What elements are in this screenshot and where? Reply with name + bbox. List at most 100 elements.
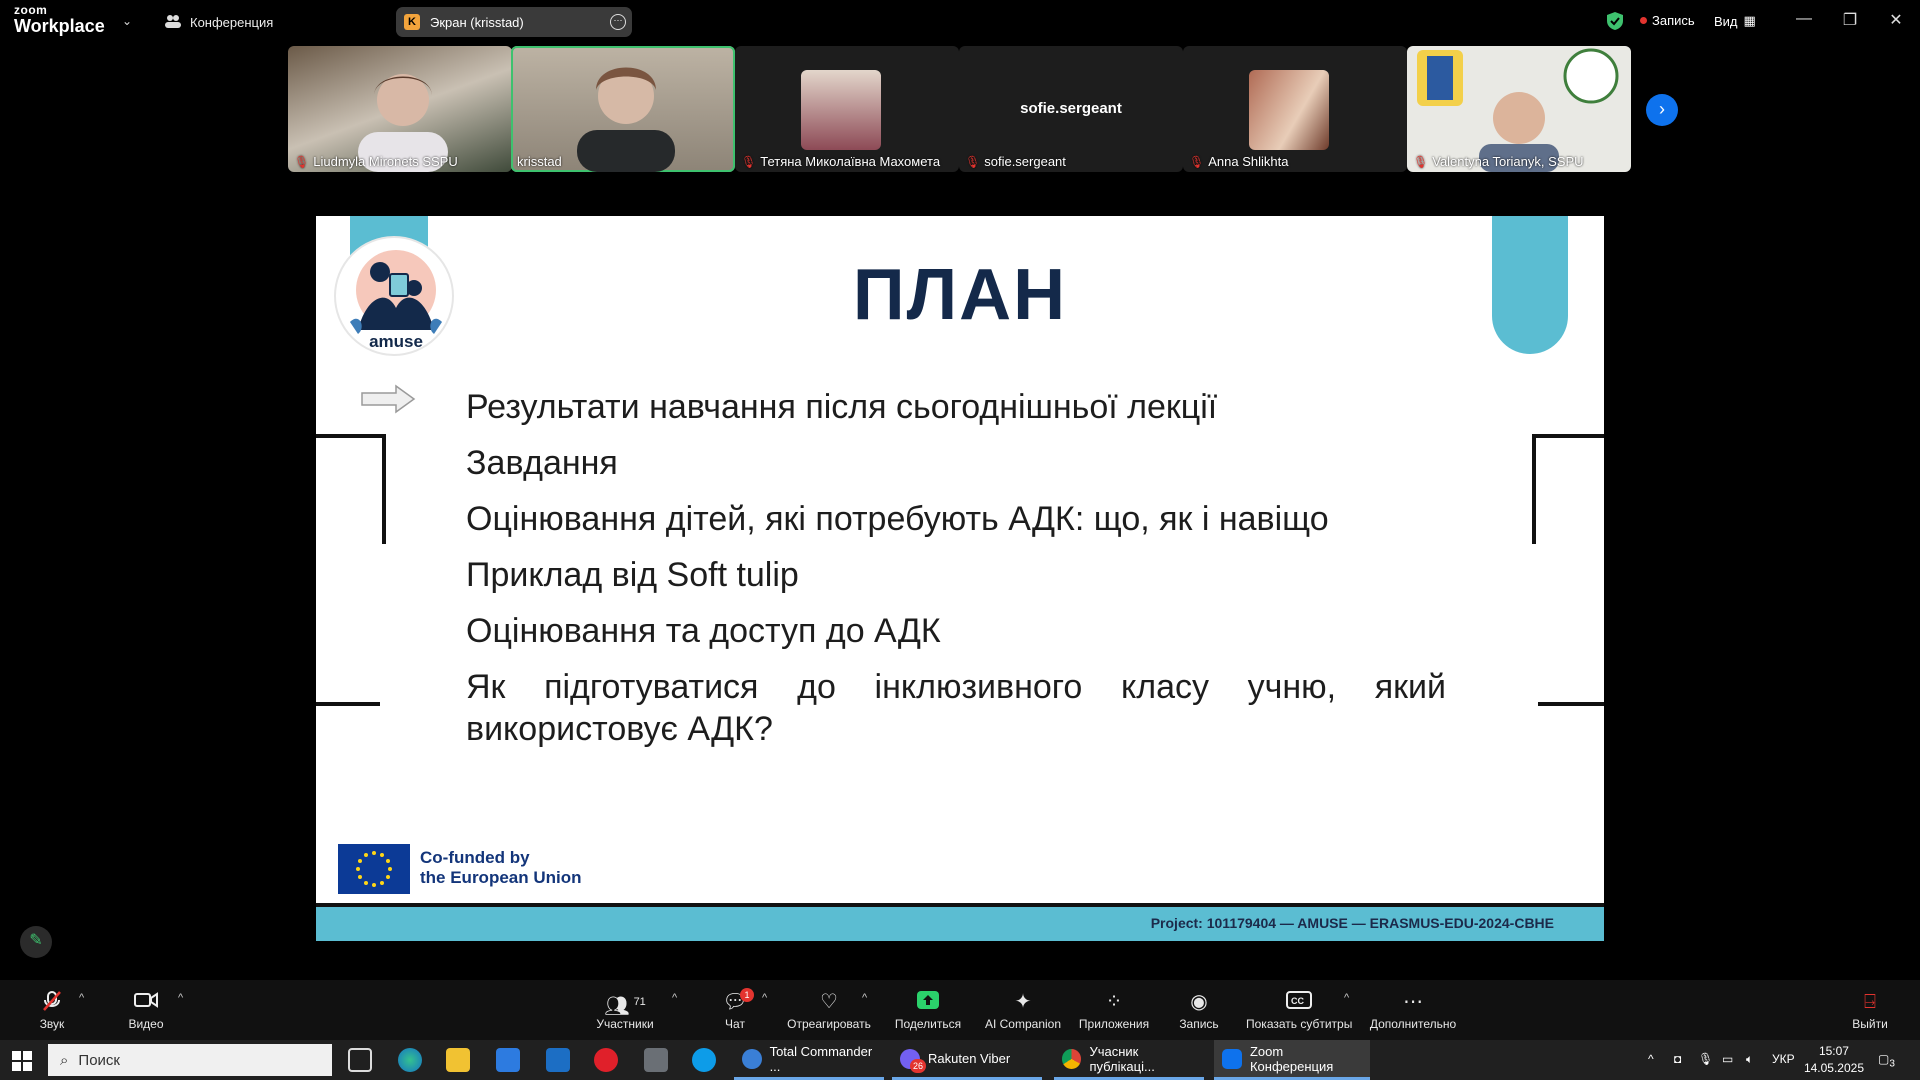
apps-label: Приложения xyxy=(1078,1017,1150,1031)
share-button[interactable]: Поделиться xyxy=(892,990,964,1031)
task-view-icon[interactable] xyxy=(348,1048,372,1072)
windows-start-icon[interactable] xyxy=(12,1051,32,1076)
screen-share-indicator[interactable]: K Экран (krisstad) ··· xyxy=(396,7,632,37)
zoom-icon xyxy=(1222,1048,1242,1069)
audio-options-chevron-icon[interactable]: ^ xyxy=(79,992,84,1004)
more-icon: ⋯ xyxy=(1403,991,1423,1013)
participants-button[interactable]: 👥︎ 71 Участники xyxy=(592,990,658,1031)
react-label: Отреагировать xyxy=(787,1017,871,1031)
logo-workplace-text: Workplace xyxy=(14,16,105,36)
participant-name: 🎙︎ Тетяна Миколаївна Махомета xyxy=(741,154,941,169)
participant-tile[interactable]: 🎙︎ Тетяна Миколаївна Махомета xyxy=(735,46,959,172)
ai-companion-label: AI Companion xyxy=(984,1017,1062,1031)
more-button[interactable]: ⋯ Дополнительно xyxy=(1368,990,1458,1031)
windows-search-box[interactable]: ⌕ Поиск xyxy=(48,1044,332,1076)
file-explorer-icon[interactable] xyxy=(446,1048,470,1072)
participant-name: 🎙︎ Liudmyla Mironets SSPU xyxy=(294,154,458,169)
avatar xyxy=(1249,70,1329,150)
video-options-chevron-icon[interactable]: ^ xyxy=(178,992,183,1004)
react-options-chevron-icon[interactable]: ^ xyxy=(862,992,867,1004)
slide-bracket xyxy=(1538,702,1604,706)
muted-mic-icon: 🎙︎ xyxy=(965,154,981,169)
react-button[interactable]: ♡ Отреагировать xyxy=(786,990,872,1031)
app-label: Zoom Конференция xyxy=(1249,1043,1334,1074)
apps-button[interactable]: ⁘ Приложения xyxy=(1078,990,1150,1031)
participant-tile[interactable]: 🎙︎ Liudmyla Mironets SSPU xyxy=(288,46,512,172)
muted-mic-icon: 🎙︎ xyxy=(741,154,757,169)
meeting-label: Конференция xyxy=(190,15,274,30)
store-icon[interactable] xyxy=(496,1048,520,1072)
chat-button[interactable]: 💬︎ Чат 1 xyxy=(718,988,754,1031)
record-button[interactable]: ◉ Запись xyxy=(1176,990,1222,1031)
tray-mic-icon[interactable]: 🎙︎ xyxy=(1698,1052,1713,1066)
clock-time: 15:07 xyxy=(1818,1044,1849,1058)
clock-date: 14.05.2025 xyxy=(1803,1061,1864,1075)
eu-line-2: the European Union xyxy=(420,868,582,887)
taskbar-app-chrome[interactable]: Учасник публікаці... xyxy=(1054,1040,1204,1080)
view-button[interactable]: Вид ▦ xyxy=(1714,13,1756,29)
share-label: Экран (krisstad) xyxy=(430,14,524,30)
tray-overflow-chevron-icon[interactable]: ^ xyxy=(1648,1052,1654,1066)
people-icon xyxy=(164,13,182,32)
viber-icon: 26 xyxy=(900,1048,926,1073)
language-indicator[interactable]: УКР xyxy=(1772,1052,1795,1066)
view-label: Вид xyxy=(1714,13,1738,29)
leave-button[interactable]: ⍈ Выйти xyxy=(1850,990,1890,1031)
chat-label: Чат xyxy=(725,1017,745,1031)
restore-icon[interactable]: ❐ xyxy=(1840,10,1860,30)
tray-camera-icon[interactable]: ◘ xyxy=(1674,1052,1681,1066)
muted-microphone-icon xyxy=(30,990,74,1014)
participant-tile[interactable]: 🎙︎ Anna Shlikhta xyxy=(1183,46,1407,172)
slide-title: ПЛАН xyxy=(852,255,1068,335)
notifications-icon[interactable]: ▢3 xyxy=(1878,1052,1895,1069)
eu-cofunded-text: Co-funded by the European Union xyxy=(420,848,582,888)
calculator-icon[interactable] xyxy=(644,1048,668,1072)
opera-icon[interactable] xyxy=(594,1048,618,1072)
security-shield-icon[interactable] xyxy=(1606,11,1624,36)
agenda-list: Результати навчання після сьогоднішньої … xyxy=(466,386,1446,764)
participant-tile[interactable]: 🎙︎ Valentyna Torianyk, SSPU xyxy=(1407,46,1631,172)
more-label: Дополнительно xyxy=(1369,1017,1457,1031)
participant-name: 🎙︎ Anna Shlikhta xyxy=(1189,154,1289,169)
meeting-controls-toolbar: Звук ^ Видео ^ 👥︎ 71 Участники ^ 💬︎ Чат 1… xyxy=(0,980,1920,1040)
minimize-icon[interactable]: — xyxy=(1794,10,1814,28)
meeting-info-button[interactable]: Конференция xyxy=(164,13,273,32)
audio-button[interactable]: Звук xyxy=(30,990,74,1031)
participant-tile[interactable]: sofie.sergeant 🎙︎ sofie.sergeant xyxy=(959,46,1183,172)
more-icon[interactable]: ··· xyxy=(610,14,626,30)
close-icon[interactable]: ✕ xyxy=(1886,10,1906,30)
taskbar-app-viber[interactable]: 26 Rakuten Viber xyxy=(892,1040,1042,1080)
ai-companion-button[interactable]: ✦ AI Companion xyxy=(982,990,1064,1031)
taskbar-app-total-commander[interactable]: Total Commander ... xyxy=(734,1040,884,1080)
taskbar-app-zoom[interactable]: Zoom Конференция xyxy=(1214,1040,1370,1080)
chat-options-chevron-icon[interactable]: ^ xyxy=(762,992,767,1004)
chevron-down-icon[interactable]: ⌄ xyxy=(122,14,132,28)
clock[interactable]: 15:07 14.05.2025 xyxy=(1804,1043,1864,1077)
volume-icon[interactable]: 🔈︎ xyxy=(1746,1052,1753,1067)
participant-name: krisstad xyxy=(517,154,562,169)
annotate-pencil-icon[interactable]: ✎ xyxy=(20,926,52,958)
app-label: Rakuten Viber xyxy=(928,1051,1011,1066)
agenda-item: Завдання xyxy=(466,444,618,482)
participants-options-chevron-icon[interactable]: ^ xyxy=(672,992,677,1004)
sharer-initial: K xyxy=(404,14,420,30)
participant-center-name: sofie.sergeant xyxy=(1020,100,1122,117)
participant-name: 🎙︎ sofie.sergeant xyxy=(965,154,1066,169)
strip-next-page-button[interactable]: › xyxy=(1646,94,1678,126)
record-label: Запись xyxy=(1652,13,1695,28)
outlook-icon[interactable] xyxy=(546,1048,570,1072)
edge-browser-icon[interactable] xyxy=(398,1048,422,1072)
recording-indicator[interactable]: Запись xyxy=(1640,13,1695,28)
slide-footer-band: Project: 101179404 — AMUSE — ERASMUS-EDU… xyxy=(316,907,1604,941)
captions-button[interactable]: CC Показать субтитры xyxy=(1246,990,1352,1031)
participants-label: Участники xyxy=(596,1017,654,1031)
audio-label: Звук xyxy=(39,1017,65,1031)
video-button[interactable]: Видео xyxy=(124,990,168,1031)
network-icon[interactable]: ▭ xyxy=(1722,1052,1733,1066)
captions-options-chevron-icon[interactable]: ^ xyxy=(1344,992,1349,1004)
slide-bracket xyxy=(316,434,386,544)
react-heart-icon: ♡ xyxy=(820,991,838,1013)
grid-icon: ▦ xyxy=(1743,13,1756,28)
participant-tile-active-speaker[interactable]: krisstad xyxy=(511,46,735,172)
skype-icon[interactable] xyxy=(692,1048,716,1072)
